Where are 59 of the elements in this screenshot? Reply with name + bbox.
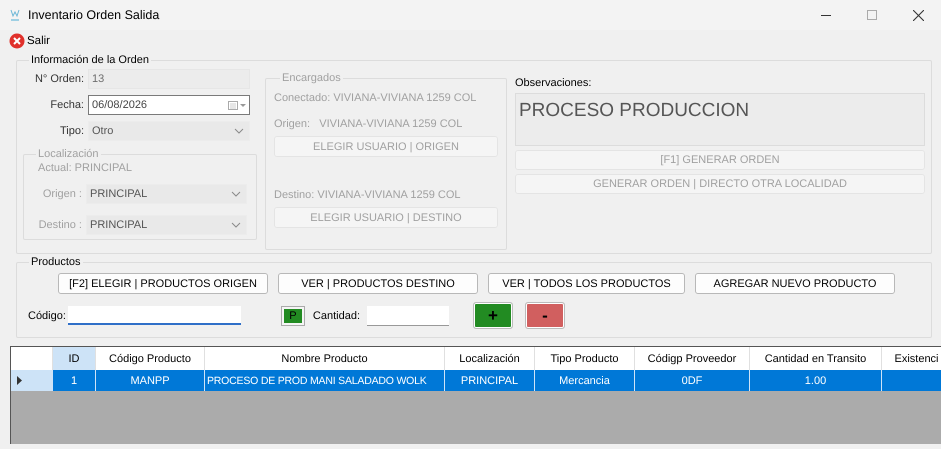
app-icon [10,8,20,22]
column-header[interactable]: Tipo Producto [535,347,635,370]
column-header[interactable]: ID [53,347,96,370]
maximize-icon [867,10,877,20]
column-header[interactable]: Localización [445,347,535,370]
group-title: Localización [37,148,100,160]
column-header[interactable]: Cantidad en Transito [750,347,882,370]
row-header[interactable] [11,370,53,391]
table-cell: 0DF [635,370,750,391]
field-label: Código: [28,310,66,322]
chevron-icon [234,128,244,134]
product-action-button[interactable]: VER | TODOS LOS PRODUCTOS [488,273,685,294]
type-dropdown[interactable]: Otro [88,121,250,141]
table-cell: 1 [53,370,96,391]
add-button[interactable]: + [473,302,514,329]
chevron-icon [231,222,241,228]
field-label: Observaciones: [515,77,592,89]
current-location-text: Actual: PRINCIPAL [38,162,133,174]
table-cell: MANPP [96,370,205,391]
chevron-icon [231,190,241,196]
current-row-icon [17,376,22,385]
column-header[interactable]: Códigp Proveedor [635,347,750,370]
quantity-input-field[interactable] [367,306,450,326]
observations-field[interactable]: PROCESO PRODUCCION [515,93,925,146]
table-cell: PROCESO DE PROD MANI SALADADO WOLK [205,370,445,391]
order-number-field: 13 [88,69,250,89]
p-button[interactable]: P [280,306,305,326]
exit-button[interactable]: Salir [9,33,50,49]
field-label: Origen : [42,188,83,200]
code-input-field[interactable] [68,306,241,325]
group-title: Productos [30,256,82,268]
field-label: Cantidad: [312,310,360,322]
destination-user-text: Destino: VIVIANA-VIVIANA 1259 COL [274,189,462,201]
field-label: N° Orden: [34,73,85,85]
connected-user-text: Conectado: VIVIANA-VIVIANA 1259 COL [274,92,478,104]
table-cell: PRINCIPAL [445,370,535,391]
origin-user-text: Origen: VIVIANA-VIVIANA 1259 COL [274,118,464,130]
close-icon [912,10,924,20]
calendar-icon [228,100,246,110]
column-header[interactable]: Existenci [882,347,941,370]
table-cell: 1.00 [750,370,882,391]
window-title: Inventario Orden Salida [28,8,160,22]
field-label: Tipo: [58,125,85,137]
date-picker[interactable]: 06/08/2026 [88,95,250,115]
table-cell [882,370,941,391]
column-header[interactable]: Nombre Producto [205,347,445,370]
close-icon [9,33,25,49]
product-action-button[interactable]: [F2] ELEGIR | PRODUCTOS ORIGEN [58,273,268,294]
group-title: Información de la Orden [30,54,150,66]
product-action-button[interactable]: VER | PRODUCTOS DESTINO [278,273,478,294]
corner-header [11,347,53,370]
group-title: Encargados [281,72,342,84]
column-header[interactable]: Código Producto [96,347,205,370]
field-label: Fecha: [49,99,85,111]
field-label: Destino : [38,218,83,230]
remove-button[interactable]: - [525,302,566,329]
product-action-button[interactable]: AGREGAR NUEVO PRODUCTO [695,273,895,294]
minimize-icon [821,14,831,16]
table-cell: Mercancia [535,370,635,391]
